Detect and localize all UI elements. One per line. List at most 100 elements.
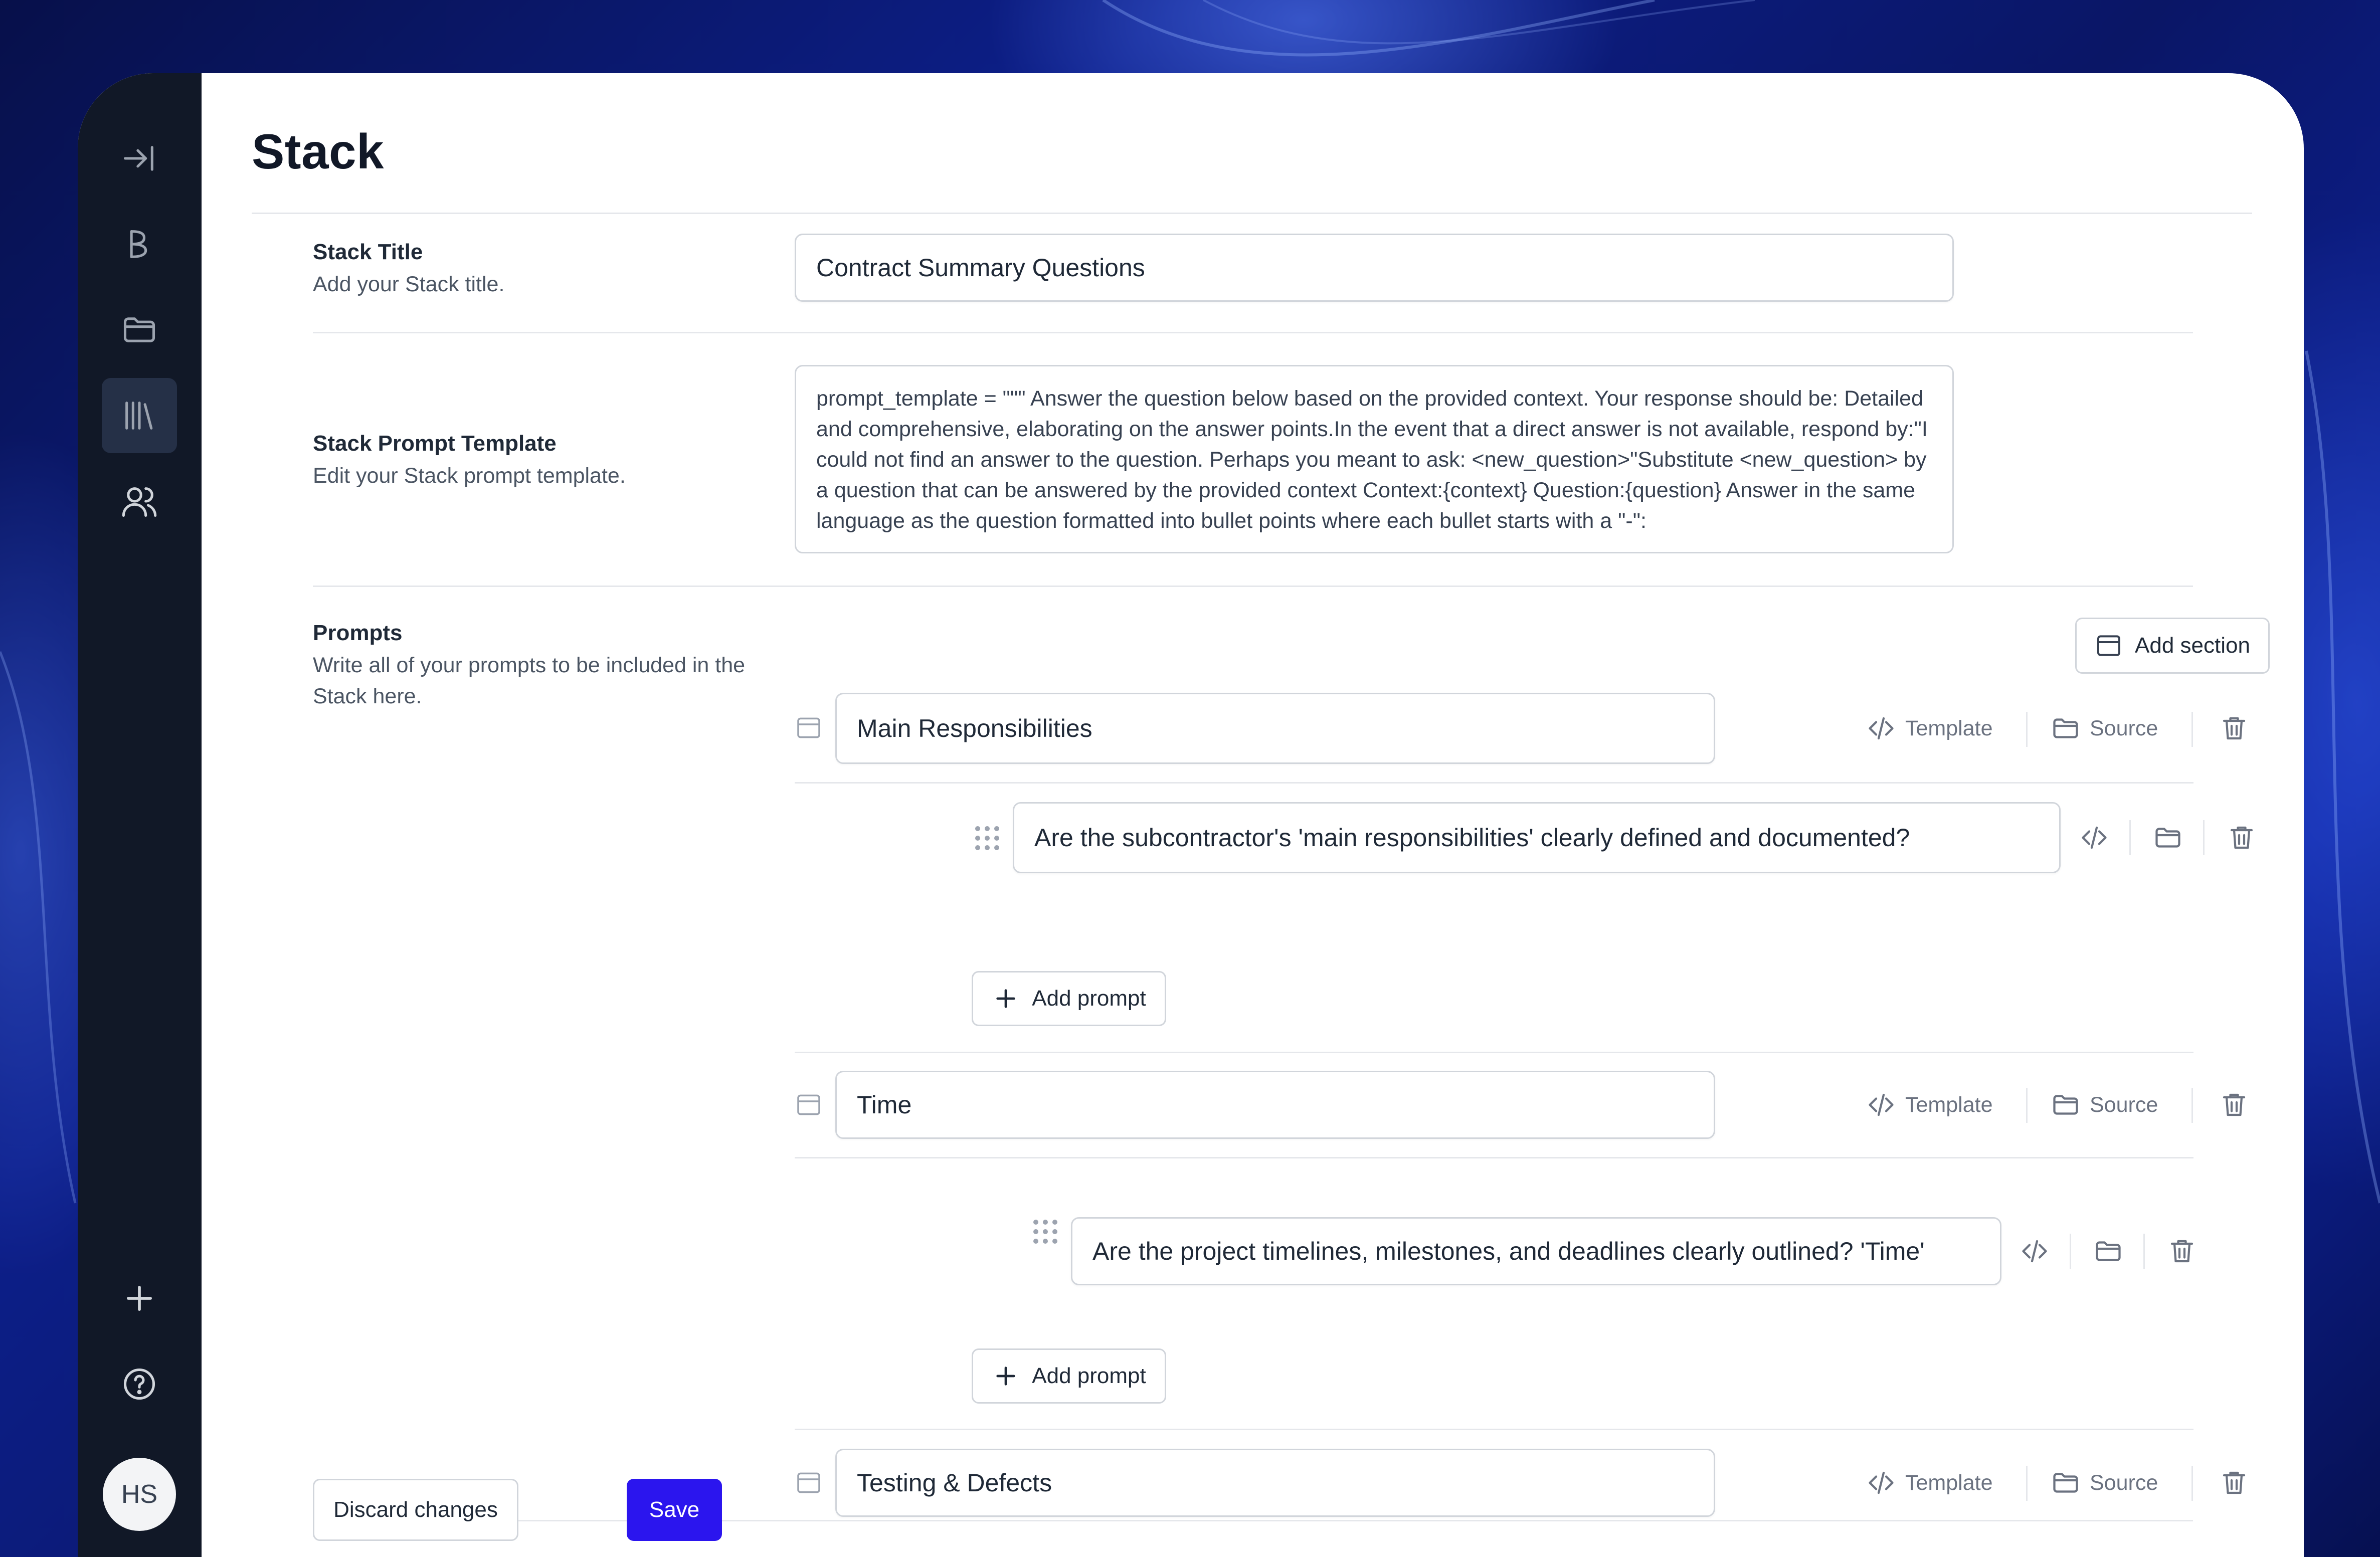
delete-section-button[interactable] [2219, 1468, 2249, 1498]
folder-icon [123, 317, 155, 342]
separator [2191, 712, 2193, 747]
main-content: Stack Stack Title Add your Stack title. … [202, 73, 2304, 1557]
prompt-value: Are the subcontractor's 'main responsibi… [1034, 824, 1910, 852]
library-icon [125, 402, 153, 430]
trash-icon [2223, 717, 2246, 740]
plus-icon [996, 989, 1015, 1008]
template-button[interactable]: Template [1866, 1090, 1992, 1120]
delete-section-button[interactable] [2219, 713, 2249, 743]
template-button[interactable]: Template [1866, 713, 1992, 743]
sidebar-item-add[interactable] [102, 1261, 177, 1336]
discard-changes-button[interactable]: Discard changes [313, 1479, 518, 1541]
prompt-source-button[interactable] [2093, 1236, 2123, 1266]
prompt-template-textarea[interactable]: prompt_template = """ Answer the questio… [795, 365, 1954, 553]
folder-icon [2053, 1095, 2078, 1115]
separator [2203, 820, 2205, 855]
sidebar-item-brand[interactable] [102, 207, 177, 282]
template-label: Template [1905, 1092, 1993, 1117]
prompt-value: Are the project timelines, milestones, a… [1092, 1237, 1925, 1265]
plus-icon [126, 1285, 152, 1311]
source-button[interactable]: Source [2051, 713, 2158, 743]
prompt-template-label: Stack Prompt Template [313, 431, 557, 456]
separator [2191, 1088, 2193, 1123]
add-prompt-label: Add prompt [1032, 1364, 1146, 1388]
section-toggle-icon[interactable] [795, 714, 823, 744]
avatar[interactable]: HS [103, 1458, 176, 1531]
sidebar: HS [78, 73, 202, 1557]
prompts-label: Prompts [313, 621, 403, 645]
section-title-value: Time [857, 1091, 912, 1119]
prompt-template-description: Edit your Stack prompt template. [313, 464, 626, 488]
sidebar-item-help[interactable] [102, 1346, 177, 1422]
section-title-value: Main Responsibilities [857, 714, 1092, 742]
prompt-template-button[interactable] [2079, 823, 2109, 853]
delete-prompt-button[interactable] [2167, 1236, 2197, 1266]
source-button[interactable]: Source [2051, 1090, 2158, 1120]
divider [313, 586, 2193, 587]
prompt-input[interactable]: Are the project timelines, milestones, a… [1071, 1217, 2001, 1285]
sidebar-item-stacks[interactable] [102, 378, 177, 453]
section-icon [2097, 635, 2121, 656]
separator [2143, 1234, 2145, 1269]
prompt-template-value: prompt_template = """ Answer the questio… [816, 386, 1928, 533]
discard-label: Discard changes [333, 1497, 498, 1522]
drag-handle-icon[interactable] [975, 826, 999, 850]
source-label: Source [2090, 716, 2158, 740]
add-section-button[interactable]: Add section [2075, 618, 2270, 674]
section-title-input[interactable]: Testing & Defects [835, 1449, 1715, 1517]
folder-icon [2096, 1241, 2121, 1261]
divider [795, 1157, 2193, 1158]
template-label: Template [1905, 716, 1993, 740]
section-title-value: Testing & Defects [857, 1469, 1052, 1497]
sidebar-item-users[interactable] [102, 464, 177, 539]
prompts-description: Write all of your prompts to be included… [313, 653, 746, 708]
code-icon [2082, 826, 2107, 849]
code-icon [1869, 1471, 1894, 1494]
delete-prompt-button[interactable] [2227, 823, 2257, 853]
save-button[interactable]: Save [627, 1479, 722, 1541]
section-title-input[interactable]: Time [835, 1071, 1715, 1139]
sidebar-item-collapse[interactable] [102, 121, 177, 196]
plus-icon [996, 1367, 1015, 1386]
section-title-input[interactable]: Main Responsibilities [835, 693, 1715, 764]
template-button[interactable]: Template [1866, 1468, 1992, 1498]
drag-handle-icon[interactable] [1033, 1220, 1057, 1244]
divider [313, 1520, 2193, 1521]
help-circle-icon [123, 1368, 155, 1400]
folder-icon [2155, 828, 2180, 848]
template-label: Template [1905, 1470, 1993, 1495]
trash-icon [2223, 1093, 2246, 1116]
stack-title-description: Add your Stack title. [313, 272, 505, 296]
trash-icon [2230, 826, 2253, 849]
section-toggle-icon[interactable] [795, 1091, 823, 1121]
stack-title-input[interactable]: Contract Summary Questions [795, 234, 1954, 302]
save-label: Save [649, 1497, 700, 1522]
separator [2070, 1234, 2071, 1269]
device-frame: HS Stack Stack Title Add your Stack titl… [0, 0, 2380, 1557]
code-icon [2022, 1240, 2047, 1263]
section-toggle-icon[interactable] [795, 1469, 823, 1499]
separator [2026, 712, 2028, 747]
delete-section-button[interactable] [2219, 1090, 2249, 1120]
add-prompt-button[interactable]: Add prompt [972, 1348, 1166, 1404]
sidebar-item-documents[interactable] [102, 292, 177, 367]
separator [2129, 820, 2131, 855]
arrow-to-right-icon [123, 146, 153, 171]
prompt-input[interactable]: Are the subcontractor's 'main responsibi… [1013, 802, 2061, 873]
add-section-label: Add section [2135, 633, 2250, 658]
source-button[interactable]: Source [2051, 1468, 2158, 1498]
add-prompt-button[interactable]: Add prompt [972, 971, 1166, 1026]
divider [795, 782, 2193, 784]
source-label: Source [2090, 1470, 2158, 1495]
trash-icon [2223, 1471, 2246, 1494]
code-icon [1869, 1093, 1894, 1116]
separator [2026, 1466, 2028, 1501]
divider [252, 213, 2252, 214]
stack-title-value: Contract Summary Questions [816, 254, 1145, 282]
prompt-template-button[interactable] [2020, 1236, 2050, 1266]
prompt-source-button[interactable] [2153, 823, 2183, 853]
logo-icon [130, 230, 147, 258]
add-prompt-label: Add prompt [1032, 986, 1146, 1011]
folder-icon [2053, 1473, 2078, 1493]
page-title: Stack [252, 124, 385, 179]
